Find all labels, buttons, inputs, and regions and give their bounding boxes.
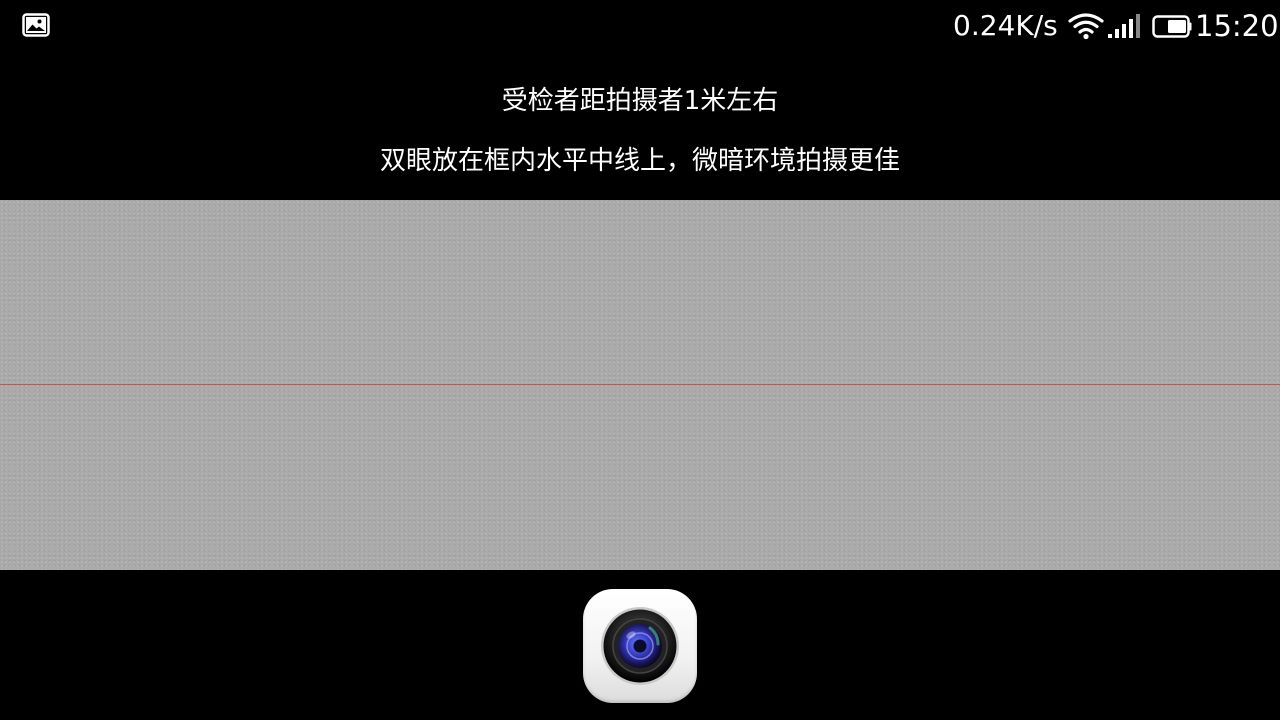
camera-preview[interactable]: [0, 200, 1280, 570]
camera-lens-icon: [601, 607, 679, 685]
shutter-button[interactable]: [583, 589, 697, 703]
camera-screen: 0.24K/s 15:20 受检者距拍摄者1米左右 双眼放在框内水平中线上，微暗…: [0, 0, 1280, 720]
instruction-distance: 受检者距拍摄者1米左右: [501, 86, 779, 116]
clock: 15:20: [1195, 9, 1279, 43]
network-speed: 0.24K/s: [953, 9, 1058, 42]
status-bar: 0.24K/s 15:20: [0, 0, 1280, 52]
signal-icon: [1108, 14, 1140, 38]
wifi-icon: [1068, 13, 1104, 40]
image-notification-icon: [22, 13, 50, 37]
horizontal-center-guide-line: [0, 384, 1280, 385]
instruction-eye-alignment: 双眼放在框内水平中线上，微暗环境拍摄更佳: [379, 146, 900, 176]
battery-icon: [1152, 15, 1192, 38]
